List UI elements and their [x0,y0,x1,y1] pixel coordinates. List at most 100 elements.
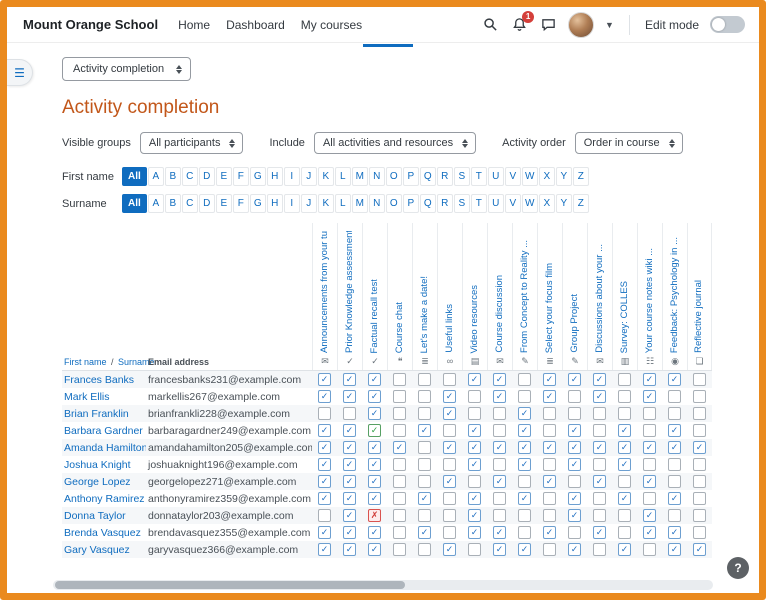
report-type-select[interactable]: Activity completion [62,57,191,81]
surname-letter-B[interactable]: B [165,194,181,213]
notifications-bell-icon[interactable]: 1 [510,16,528,34]
surname-letter-Y[interactable]: Y [556,194,572,213]
surname-letter-S[interactable]: S [454,194,470,213]
surname-letter-V[interactable]: V [505,194,521,213]
activity-link[interactable]: Let's make a date! [420,276,430,353]
surname-letter-Z[interactable]: Z [573,194,589,213]
messages-icon[interactable] [539,16,557,34]
surname-letter-X[interactable]: X [539,194,555,213]
surname-letter-G[interactable]: G [250,194,266,213]
firstname-letter-Z[interactable]: Z [573,167,589,186]
surname-letter-T[interactable]: T [471,194,487,213]
student-name-link[interactable]: George Lopez [62,476,146,488]
firstname-letter-L[interactable]: L [335,167,351,186]
student-name-link[interactable]: Brian Franklin [62,408,146,420]
firstname-letter-M[interactable]: M [352,167,368,186]
surname-letter-M[interactable]: M [352,194,368,213]
order-filter-select[interactable]: Order in course [575,132,683,154]
activity-link[interactable]: Reflective journal [694,280,704,353]
surname-letter-E[interactable]: E [216,194,232,213]
student-name-link[interactable]: Anthony Ramirez [62,493,146,505]
activity-link[interactable]: Select your focus film [545,263,555,353]
surname-letter-W[interactable]: W [522,194,538,213]
firstname-letter-E[interactable]: E [216,167,232,186]
course-index-drawer-toggle[interactable]: ☰ [7,59,33,86]
user-avatar[interactable] [568,12,594,38]
firstname-letter-O[interactable]: O [386,167,402,186]
nav-item-home[interactable]: Home [178,18,210,32]
surname-letter-D[interactable]: D [199,194,215,213]
surname-letter-P[interactable]: P [403,194,419,213]
groups-filter-select[interactable]: All participants [140,132,244,154]
firstname-letter-K[interactable]: K [318,167,334,186]
student-name-link[interactable]: Gary Vasquez [62,544,146,556]
activity-link[interactable]: Feedback: Psychology in ... [670,237,680,353]
student-name-link[interactable]: Donna Taylor [62,510,146,522]
surname-letter-L[interactable]: L [335,194,351,213]
firstname-letter-I[interactable]: I [284,167,300,186]
activity-link[interactable]: Prior Knowledge assessment [345,231,355,353]
sort-first-name-link[interactable]: First name [64,357,107,367]
activity-link[interactable]: From Concept to Reality ... [520,240,530,353]
activity-link[interactable]: Course chat [395,302,405,353]
nav-item-my-courses[interactable]: My courses [301,18,362,32]
surname-letter-O[interactable]: O [386,194,402,213]
surname-letter-F[interactable]: F [233,194,249,213]
firstname-letter-W[interactable]: W [522,167,538,186]
activity-link[interactable]: Your course notes wiki ... [645,248,655,353]
surname-letter-C[interactable]: C [182,194,198,213]
activity-link[interactable]: Factual recall test [370,279,380,353]
firstname-letter-P[interactable]: P [403,167,419,186]
completion-cell: ✓ [512,492,537,505]
surname-letter-U[interactable]: U [488,194,504,213]
firstname-letter-Q[interactable]: Q [420,167,436,186]
firstname-letter-H[interactable]: H [267,167,283,186]
scrollbar-thumb[interactable] [55,581,405,589]
activity-link[interactable]: Group Project [570,294,580,353]
surname-letter-Q[interactable]: Q [420,194,436,213]
activity-link[interactable]: Discussions about your ... [595,244,605,353]
firstname-letter-A[interactable]: A [148,167,164,186]
firstname-letter-R[interactable]: R [437,167,453,186]
activity-link[interactable]: Video resources [470,285,480,353]
activity-link[interactable]: Announcements from your tutor [320,231,330,353]
firstname-letter-S[interactable]: S [454,167,470,186]
surname-all-button[interactable]: All [122,194,147,213]
firstname-letter-U[interactable]: U [488,167,504,186]
surname-letter-R[interactable]: R [437,194,453,213]
activity-link[interactable]: Survey: COLLES [620,281,630,353]
firstname-all-button[interactable]: All [122,167,147,186]
activity-link[interactable]: Course discussion [495,275,505,353]
activity-link[interactable]: Useful links [445,304,455,353]
firstname-letter-C[interactable]: C [182,167,198,186]
user-menu-chevron-down-icon[interactable]: ▼ [605,20,614,30]
student-name-link[interactable]: Frances Banks [62,374,146,386]
search-icon[interactable] [481,16,499,34]
student-name-link[interactable]: Brenda Vasquez [62,527,146,539]
help-button[interactable]: ? [727,557,749,579]
firstname-letter-V[interactable]: V [505,167,521,186]
surname-letter-N[interactable]: N [369,194,385,213]
firstname-letter-F[interactable]: F [233,167,249,186]
student-name-link[interactable]: Amanda Hamilton [62,442,146,454]
firstname-letter-D[interactable]: D [199,167,215,186]
include-filter-select[interactable]: All activities and resources [314,132,476,154]
firstname-letter-T[interactable]: T [471,167,487,186]
firstname-letter-N[interactable]: N [369,167,385,186]
surname-letter-K[interactable]: K [318,194,334,213]
surname-letter-A[interactable]: A [148,194,164,213]
surname-letter-J[interactable]: J [301,194,317,213]
firstname-letter-J[interactable]: J [301,167,317,186]
student-name-link[interactable]: Joshua Knight [62,459,146,471]
student-name-link[interactable]: Barbara Gardner [62,425,146,437]
firstname-letter-B[interactable]: B [165,167,181,186]
nav-item-dashboard[interactable]: Dashboard [226,18,285,32]
firstname-letter-Y[interactable]: Y [556,167,572,186]
surname-letter-I[interactable]: I [284,194,300,213]
surname-letter-H[interactable]: H [267,194,283,213]
firstname-letter-X[interactable]: X [539,167,555,186]
horizontal-scrollbar[interactable] [53,580,713,590]
firstname-letter-G[interactable]: G [250,167,266,186]
edit-mode-toggle[interactable] [710,16,745,33]
student-name-link[interactable]: Mark Ellis [62,391,146,403]
